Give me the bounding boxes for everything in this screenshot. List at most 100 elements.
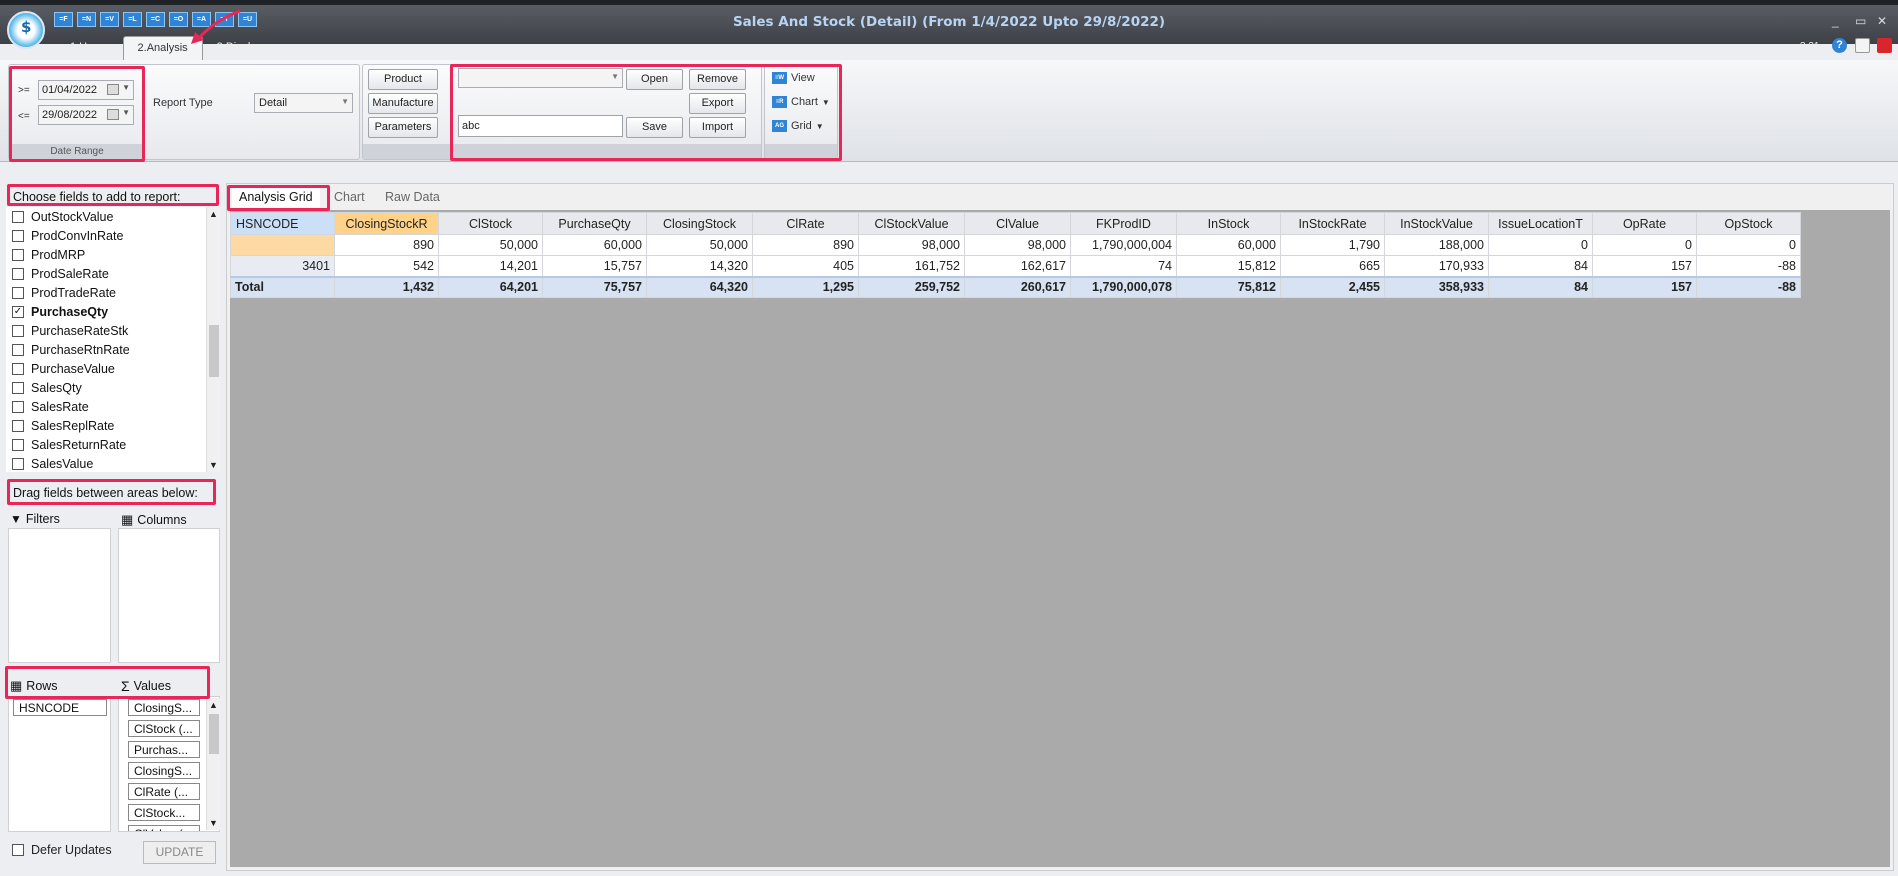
product-button[interactable]: Product bbox=[368, 69, 438, 90]
row-label[interactable]: 3401 bbox=[230, 255, 335, 277]
checkbox[interactable] bbox=[12, 286, 24, 299]
calendar-icon[interactable] bbox=[107, 109, 119, 120]
total-cell[interactable]: 75,757 bbox=[542, 275, 647, 298]
grid-cell[interactable]: 14,201 bbox=[438, 255, 543, 277]
grid-cell[interactable]: 188,000 bbox=[1384, 234, 1489, 256]
values-field-chip[interactable]: ClValue (... bbox=[128, 825, 200, 831]
tab-analysis-grid[interactable]: Analysis Grid bbox=[232, 187, 320, 209]
grid-cell[interactable]: 50,000 bbox=[646, 234, 753, 256]
table-row[interactable]: 3401 542 14,201 15,757 14,320 405 161,752 162,6… bbox=[230, 255, 1801, 277]
grid-cell[interactable]: 161,752 bbox=[858, 255, 965, 277]
checkbox[interactable] bbox=[12, 381, 24, 394]
total-cell[interactable]: 260,617 bbox=[964, 275, 1071, 298]
values-area[interactable]: ClosingS... ClStock (... Purchas... Closing… bbox=[118, 696, 220, 832]
values-field-chip[interactable]: ClRate (... bbox=[128, 783, 200, 800]
grid-cell[interactable]: 890 bbox=[752, 234, 859, 256]
table-row[interactable]: 890 50,000 60,000 50,000 890 98,000 98,000 1,79… bbox=[230, 234, 1801, 256]
field-list-item[interactable]: OutStockValue bbox=[6, 207, 220, 226]
view-button[interactable]: ≡W View bbox=[772, 72, 815, 84]
chevron-down-icon[interactable]: ▼ bbox=[209, 818, 218, 828]
parameters-button[interactable]: Parameters bbox=[368, 117, 438, 138]
layout-select[interactable]: ▼ bbox=[458, 68, 623, 88]
calendar-icon[interactable] bbox=[107, 84, 119, 95]
from-date-picker[interactable]: 01/04/2022 ▼ bbox=[38, 80, 134, 100]
field-list-item[interactable]: SalesReplRate bbox=[6, 416, 220, 435]
total-cell[interactable]: 1,295 bbox=[752, 275, 859, 298]
total-cell[interactable]: 64,320 bbox=[646, 275, 753, 298]
checkbox[interactable] bbox=[12, 343, 24, 356]
defer-updates[interactable]: Defer Updates bbox=[12, 843, 112, 857]
checkbox[interactable] bbox=[12, 248, 24, 261]
tab-chart[interactable]: Chart bbox=[327, 187, 372, 209]
export-button[interactable]: Export bbox=[689, 93, 746, 114]
grid-cell[interactable]: 1,790,000,004 bbox=[1070, 234, 1177, 256]
field-list-item[interactable]: PurchaseValue bbox=[6, 359, 220, 378]
values-field-chip[interactable]: ClosingS... bbox=[128, 762, 200, 779]
total-cell[interactable]: 64,201 bbox=[438, 275, 543, 298]
values-field-chip[interactable]: ClosingS... bbox=[128, 699, 200, 716]
field-list-item[interactable]: ✓ PurchaseQty bbox=[6, 302, 220, 321]
checkbox[interactable] bbox=[12, 362, 24, 375]
scroll-thumb[interactable] bbox=[209, 714, 219, 754]
field-list-item[interactable]: SalesRate bbox=[6, 397, 220, 416]
field-list-item[interactable]: PurchaseRtnRate bbox=[6, 340, 220, 359]
values-field-chip[interactable]: Purchas... bbox=[128, 741, 200, 758]
manufacture-button[interactable]: Manufacture bbox=[368, 93, 438, 114]
grid-cell[interactable]: -88 bbox=[1696, 255, 1801, 277]
update-button[interactable]: UPDATE bbox=[143, 841, 216, 864]
open-button[interactable]: Open bbox=[626, 69, 683, 90]
app-logo[interactable]: $ bbox=[7, 11, 45, 49]
grid-cell[interactable]: 0 bbox=[1488, 234, 1593, 256]
grid-cell[interactable]: 405 bbox=[752, 255, 859, 277]
grid-cell[interactable]: 15,812 bbox=[1176, 255, 1281, 277]
total-cell[interactable]: 157 bbox=[1592, 275, 1697, 298]
total-cell[interactable]: 358,933 bbox=[1384, 275, 1489, 298]
tab-home[interactable]: 1.Home bbox=[56, 36, 123, 60]
chevron-up-icon[interactable]: ▲ bbox=[209, 700, 218, 710]
grid-cell[interactable]: 890 bbox=[334, 234, 439, 256]
column-header[interactable]: OpStock bbox=[1696, 212, 1801, 235]
close-icon[interactable]: ✕ bbox=[1877, 14, 1887, 28]
column-header[interactable]: IssueLocationT bbox=[1488, 212, 1593, 235]
grid-cell[interactable]: 60,000 bbox=[1176, 234, 1281, 256]
column-header[interactable]: InStockRate bbox=[1280, 212, 1385, 235]
grid-cell[interactable]: 50,000 bbox=[438, 234, 543, 256]
total-cell[interactable]: 1,790,000,078 bbox=[1070, 275, 1177, 298]
column-header[interactable]: ClosingStock bbox=[646, 212, 753, 235]
field-list-item[interactable]: ProdMRP bbox=[6, 245, 220, 264]
column-header[interactable]: ClRate bbox=[752, 212, 859, 235]
document-icon[interactable] bbox=[1855, 38, 1870, 53]
minimize-icon[interactable]: _ bbox=[1832, 14, 1839, 28]
row-field-header[interactable]: HSNCODE bbox=[230, 212, 335, 235]
checked-checkbox[interactable]: ✓ bbox=[12, 305, 24, 318]
remove-button[interactable]: Remove bbox=[689, 69, 746, 90]
grid-cell[interactable]: 14,320 bbox=[646, 255, 753, 277]
grid-cell[interactable]: 170,933 bbox=[1384, 255, 1489, 277]
to-date-picker[interactable]: 29/08/2022 ▼ bbox=[38, 105, 134, 125]
field-list[interactable]: OutStockValue ProdConvInRate ProdMRP ProdSa… bbox=[6, 207, 220, 472]
filters-area[interactable] bbox=[8, 528, 111, 663]
field-list-item[interactable]: ProdConvInRate bbox=[6, 226, 220, 245]
pivot-grid[interactable]: HSNCODE ClosingStockR ClStock PurchaseQty Cl… bbox=[230, 212, 1801, 298]
layout-name-input[interactable]: abc bbox=[458, 115, 623, 137]
grid-cell[interactable]: 98,000 bbox=[964, 234, 1071, 256]
checkbox[interactable] bbox=[12, 400, 24, 413]
field-list-item[interactable]: PurchaseRateStk bbox=[6, 321, 220, 340]
grid-cell[interactable]: 0 bbox=[1592, 234, 1697, 256]
values-field-chip[interactable]: ClStock (... bbox=[128, 720, 200, 737]
field-list-item[interactable]: ProdTradeRate bbox=[6, 283, 220, 302]
columns-area[interactable] bbox=[118, 528, 220, 663]
grid-cell[interactable]: 0 bbox=[1696, 234, 1801, 256]
field-list-item[interactable]: SalesValue bbox=[6, 454, 220, 472]
checkbox[interactable] bbox=[12, 419, 24, 432]
grid-cell[interactable]: 74 bbox=[1070, 255, 1177, 277]
maximize-icon[interactable]: ▭ bbox=[1855, 14, 1866, 28]
field-list-item[interactable]: SalesReturnRate bbox=[6, 435, 220, 454]
column-header[interactable]: FKProdID bbox=[1070, 212, 1177, 235]
checkbox[interactable] bbox=[12, 324, 24, 337]
import-button[interactable]: Import bbox=[689, 117, 746, 138]
column-header[interactable]: ClStockValue bbox=[858, 212, 965, 235]
total-cell[interactable]: 1,432 bbox=[334, 275, 439, 298]
checkbox[interactable] bbox=[12, 210, 24, 223]
report-type-select[interactable]: Detail ▼ bbox=[254, 93, 353, 113]
